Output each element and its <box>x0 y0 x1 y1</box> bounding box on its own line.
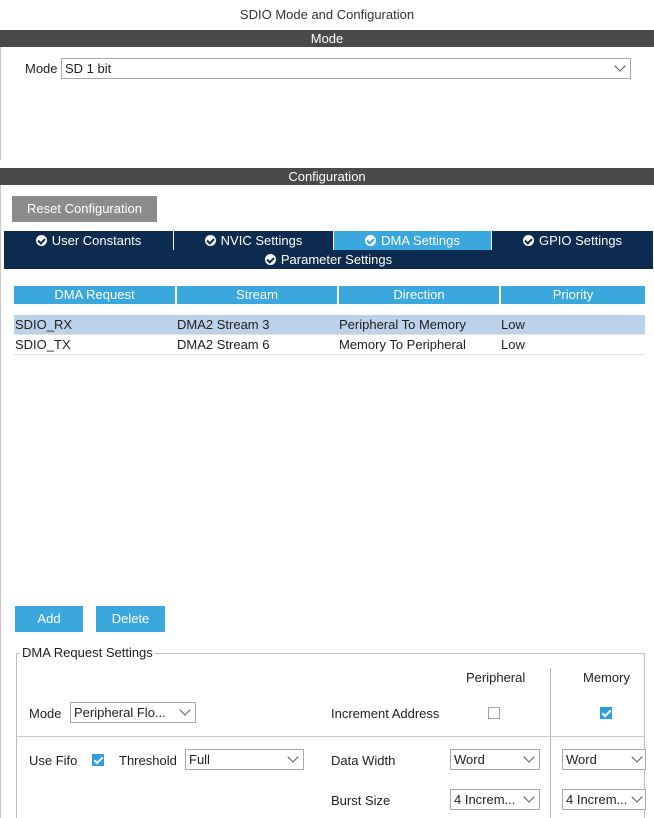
tab-user-constants[interactable]: User Constants <box>4 231 173 250</box>
data-width-memory-value: Word <box>566 752 597 767</box>
dma-mode-label: Mode <box>29 706 62 721</box>
chevron-down-icon <box>179 704 191 716</box>
burst-size-label: Burst Size <box>331 793 391 808</box>
data-width-peripheral-select[interactable]: Word <box>450 749 540 770</box>
tab-label: GPIO Settings <box>538 233 623 248</box>
data-width-label: Data Width <box>331 753 396 768</box>
table-row[interactable]: SDIO_TX DMA2 Stream 6 Memory To Peripher… <box>14 335 645 354</box>
threshold-select-value: Full <box>189 752 210 767</box>
chevron-down-icon <box>614 60 626 72</box>
threshold-select[interactable]: Full <box>185 749 304 770</box>
cell-dma-request: SDIO_RX <box>15 317 73 332</box>
check-circle-icon <box>365 235 377 246</box>
increment-address-label: Increment Address <box>331 706 440 721</box>
use-fifo-checkbox[interactable] <box>92 754 104 766</box>
column-header-stream[interactable]: Stream <box>177 286 337 304</box>
threshold-label: Threshold <box>119 753 177 768</box>
configuration-section-header: Configuration <box>0 168 654 185</box>
cell-direction: Peripheral To Memory <box>339 317 466 332</box>
window-title: SDIO Mode and Configuration <box>239 7 415 22</box>
burst-size-peripheral-select[interactable]: 4 Increm... <box>450 789 540 810</box>
tab-label: DMA Settings <box>381 233 460 248</box>
settings-divider <box>17 736 645 737</box>
increment-peripheral-checkbox[interactable] <box>488 707 500 719</box>
chevron-down-icon <box>631 791 643 803</box>
burst-size-memory-value: 4 Increm... <box>566 792 628 807</box>
reset-configuration-button[interactable]: Reset Configuration <box>12 196 157 222</box>
dma-mode-select[interactable]: Peripheral Flo... <box>70 702 196 723</box>
check-circle-icon <box>35 235 47 246</box>
cell-stream: DMA2 Stream 3 <box>177 317 270 332</box>
dma-mode-select-value: Peripheral Flo... <box>74 705 166 720</box>
dma-request-settings-legend: DMA Request Settings <box>20 645 155 660</box>
memory-column-header: Memory <box>583 670 630 685</box>
column-header-direction[interactable]: Direction <box>339 286 499 304</box>
check-circle-icon <box>264 254 276 265</box>
column-header-dma-request[interactable]: DMA Request <box>14 286 175 304</box>
cell-priority: Low <box>501 317 525 332</box>
increment-memory-checkbox[interactable] <box>600 707 612 719</box>
tab-dma-settings[interactable]: DMA Settings <box>334 231 491 250</box>
use-fifo-label: Use Fifo <box>29 753 78 768</box>
column-header-priority[interactable]: Priority <box>501 286 645 304</box>
tab-gpio-settings[interactable]: GPIO Settings <box>492 231 653 250</box>
check-circle-icon <box>522 235 534 246</box>
mode-section-header: Mode <box>0 30 654 47</box>
row-divider <box>14 354 645 355</box>
delete-button[interactable]: Delete <box>96 606 165 632</box>
mode-label: Mode <box>25 61 58 76</box>
mode-select-value: SD 1 bit <box>65 61 112 76</box>
data-width-memory-select[interactable]: Word <box>562 749 646 770</box>
chevron-down-icon <box>631 751 643 763</box>
table-row[interactable]: SDIO_RX DMA2 Stream 3 Peripheral To Memo… <box>14 315 645 334</box>
chevron-down-icon <box>287 751 299 763</box>
burst-size-peripheral-value: 4 Increm... <box>454 792 516 807</box>
cell-priority: Low <box>501 337 525 352</box>
add-button[interactable]: Add <box>15 606 83 632</box>
chevron-down-icon <box>523 751 535 763</box>
tab-label: Parameter Settings <box>280 252 393 267</box>
tab-parameter-settings[interactable]: Parameter Settings <box>4 250 653 269</box>
cell-dma-request: SDIO_TX <box>15 337 71 352</box>
check-circle-icon <box>204 235 216 246</box>
column-divider <box>550 668 551 818</box>
peripheral-column-header: Peripheral <box>466 670 526 685</box>
burst-size-memory-select[interactable]: 4 Increm... <box>562 789 646 810</box>
mode-select[interactable]: SD 1 bit <box>61 58 631 79</box>
tab-label: User Constants <box>51 233 142 248</box>
cell-direction: Memory To Peripheral <box>339 337 466 352</box>
tab-nvic-settings[interactable]: NVIC Settings <box>174 231 333 250</box>
cell-stream: DMA2 Stream 6 <box>177 337 270 352</box>
chevron-down-icon <box>523 791 535 803</box>
data-width-peripheral-value: Word <box>454 752 485 767</box>
tab-label: NVIC Settings <box>220 233 303 248</box>
